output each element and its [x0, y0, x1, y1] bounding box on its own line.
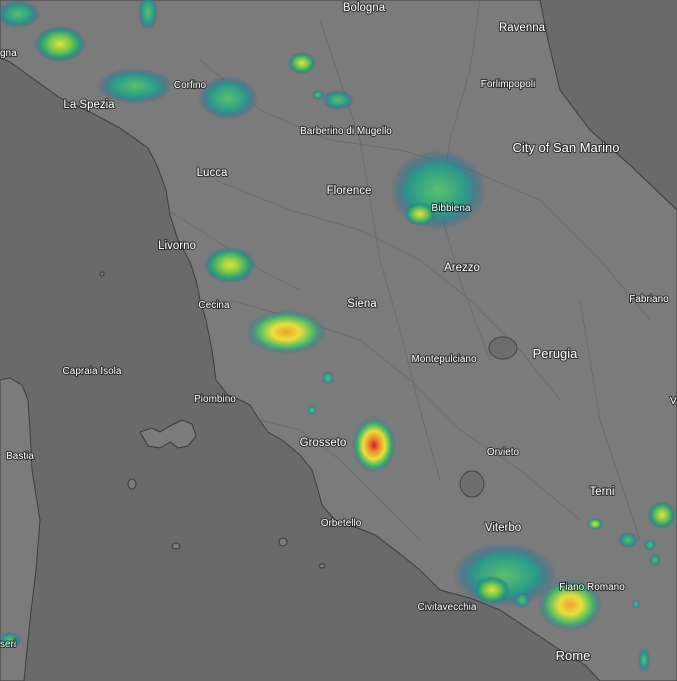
island — [171, 542, 181, 550]
radar-cell — [204, 247, 256, 283]
radar-cell — [34, 26, 86, 62]
city-label-perugia: Perugia — [533, 346, 579, 361]
radar-cell — [288, 52, 316, 74]
city-label-orbetello: Orbetello — [321, 518, 362, 529]
city-label-fiano-romano: Fiano Romano — [559, 582, 625, 593]
radar-cell — [638, 648, 650, 672]
city-label-la-spezia: La Spezia — [63, 99, 115, 111]
island — [99, 271, 105, 277]
radar-cell — [632, 599, 640, 609]
island — [278, 537, 288, 547]
city-label-arezzo: Arezzo — [444, 262, 480, 274]
city-label-viterbo: Viterbo — [485, 522, 521, 534]
city-label-piombino: Piombino — [194, 394, 236, 405]
city-label-bibbiena: Bibbiena — [432, 203, 471, 214]
radar-cell — [198, 76, 258, 120]
radar-cell — [322, 371, 334, 385]
city-label-edge-sw: seri — [0, 639, 16, 650]
radar-cell — [648, 501, 676, 529]
city-label-ravenna: Ravenna — [499, 22, 546, 34]
city-label-barberino: Barberino di Mugello — [300, 126, 392, 137]
city-label-edge-nw: gna — [0, 48, 17, 59]
radar-cell — [514, 592, 530, 608]
city-label-florence: Florence — [327, 185, 372, 197]
radar-cell — [246, 310, 326, 354]
city-label-lucca: Lucca — [197, 167, 228, 179]
city-label-fabriano: Fabriano — [629, 294, 669, 305]
city-label-san-marino: City of San Marino — [513, 140, 620, 155]
radar-cell — [644, 539, 656, 551]
city-label-grosseto: Grosseto — [300, 437, 347, 449]
radar-cell — [322, 90, 354, 110]
radar-cell — [649, 554, 661, 566]
city-label-edge-e: V — [670, 396, 677, 407]
lake-bolsena — [459, 470, 485, 498]
radar-cell — [307, 405, 317, 415]
city-label-terni: Terni — [590, 486, 615, 498]
radar-cell — [390, 150, 486, 230]
city-label-capraia: Capraia Isola — [63, 366, 122, 377]
city-label-bastia: Bastia — [6, 451, 34, 462]
radar-cell — [474, 576, 510, 604]
city-label-corfino: Corfino — [174, 80, 207, 91]
city-label-montepulciano: Montepulciano — [411, 354, 476, 365]
city-label-rome: Rome — [556, 648, 591, 663]
radar-cell — [618, 532, 638, 548]
city-label-livorno: Livorno — [158, 240, 196, 252]
city-label-orvieto: Orvieto — [487, 447, 520, 458]
island — [127, 478, 137, 490]
island — [318, 563, 326, 569]
city-label-cecina: Cecina — [198, 300, 230, 311]
radar-cell — [312, 90, 324, 100]
city-label-forlimpopoli: Forlimpopoli — [481, 79, 535, 90]
weather-radar-map[interactable]: Bologna Ravenna Forlimpopoli La Spezia C… — [0, 0, 677, 681]
radar-cell — [587, 518, 603, 530]
city-label-civitavecchia: Civitavecchia — [418, 602, 477, 613]
lake-trasimeno — [488, 336, 518, 360]
city-label-bologna: Bologna — [343, 2, 386, 14]
city-label-siena: Siena — [347, 298, 377, 310]
radar-cell — [352, 417, 396, 473]
